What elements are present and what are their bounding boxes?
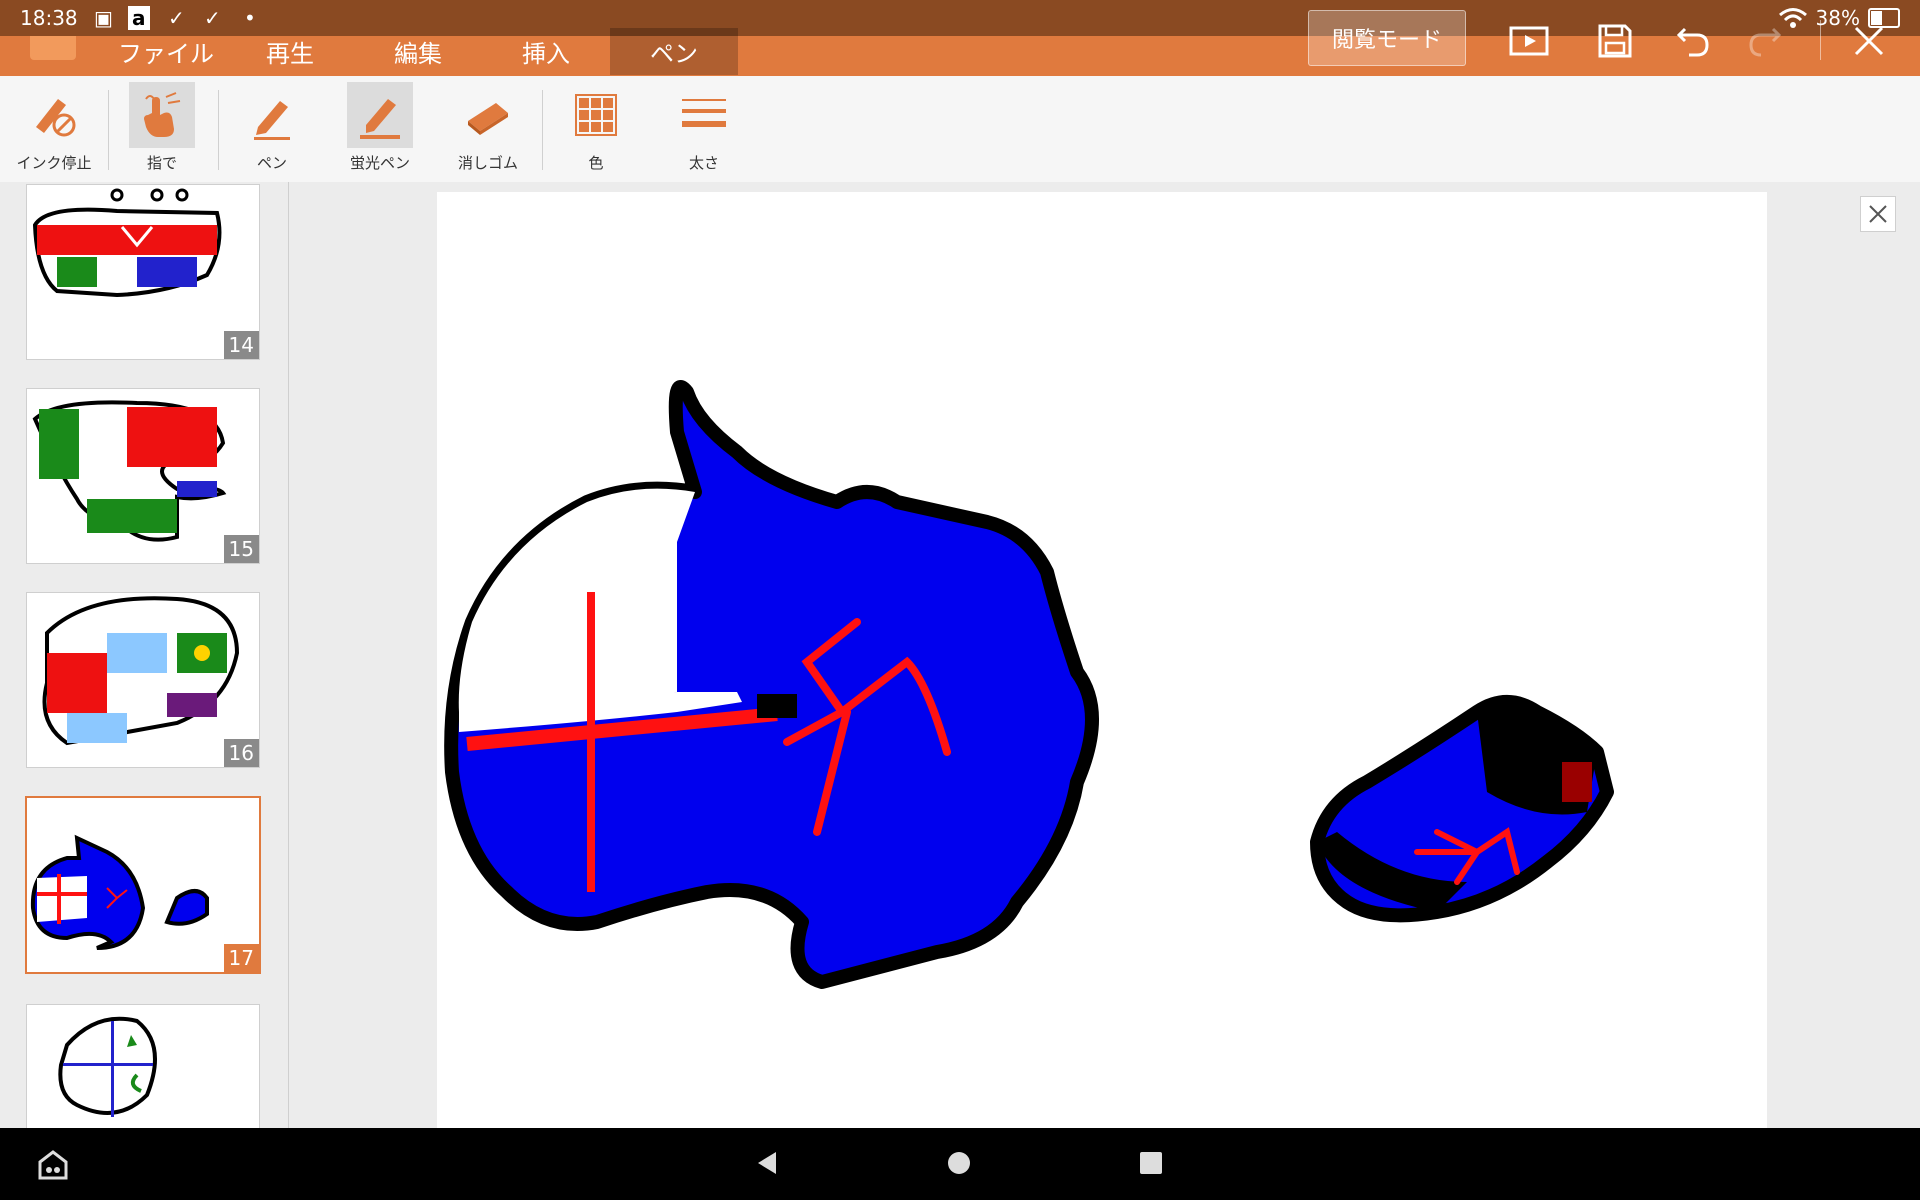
- amazon-icon: a: [128, 6, 150, 30]
- dot-icon: •: [244, 6, 256, 30]
- play-icon[interactable]: [1506, 18, 1552, 64]
- title-bar: ファイル 再生 編集 挿入 ペン 閲覧モード: [0, 10, 1920, 76]
- slide-number: 17: [223, 944, 259, 972]
- menu-pen[interactable]: ペン: [610, 28, 738, 75]
- recents-icon[interactable]: [1136, 1148, 1166, 1182]
- slide-thumbnail-panel[interactable]: 14 15 16 17: [0, 182, 289, 1128]
- eraser-icon: [455, 82, 521, 148]
- close-icon[interactable]: [1846, 18, 1892, 64]
- toolbar-divider: [108, 90, 109, 170]
- eraser-tool[interactable]: 消しゴム: [438, 82, 538, 173]
- slide-thumbnail-17[interactable]: 17: [25, 796, 261, 974]
- menu-insert[interactable]: 挿入: [500, 28, 592, 75]
- menu-play[interactable]: 再生: [244, 28, 336, 75]
- close-panel-button[interactable]: [1860, 196, 1896, 232]
- check-icon: ✓: [168, 6, 185, 30]
- save-icon[interactable]: [1592, 18, 1638, 64]
- slide-thumbnail-15[interactable]: 15: [26, 388, 260, 564]
- highlighter-label: 蛍光ペン: [349, 154, 410, 172]
- redo-icon[interactable]: [1742, 18, 1788, 64]
- pen-label: ペン: [256, 154, 287, 172]
- ink-stop-icon: [21, 82, 87, 148]
- highlighter-icon: [347, 82, 413, 148]
- slide-preview: [58, 1016, 157, 1117]
- color-grid-icon: [563, 82, 629, 148]
- slide-number: 14: [223, 331, 259, 359]
- read-mode-button[interactable]: 閲覧モード: [1308, 10, 1466, 66]
- app-logo[interactable]: [30, 36, 76, 60]
- highlighter-tool[interactable]: 蛍光ペン: [330, 82, 430, 173]
- pen-tool[interactable]: ペン: [222, 82, 322, 173]
- ink-drawing: [444, 380, 1614, 989]
- divider: [1820, 20, 1821, 60]
- home-icon[interactable]: [944, 1148, 974, 1182]
- shortcut-icon[interactable]: [36, 1148, 70, 1186]
- slide-thumbnail-14[interactable]: 14: [26, 184, 260, 360]
- thickness-label: 太さ: [688, 154, 719, 172]
- image-notification-icon: ▣: [94, 6, 113, 30]
- back-icon[interactable]: [752, 1148, 782, 1182]
- slide-canvas-area: [289, 182, 1920, 1128]
- clock: 18:38: [20, 6, 78, 30]
- eraser-label: 消しゴム: [457, 154, 518, 172]
- slide-thumbnail-18[interactable]: [26, 1004, 260, 1128]
- close-icon: [1869, 205, 1887, 223]
- ink-stop-label: インク停止: [16, 154, 92, 172]
- line-thickness-icon: [671, 82, 737, 148]
- ink-stop-tool[interactable]: インク停止: [4, 82, 104, 173]
- color-label: 色: [588, 154, 604, 172]
- menu-edit[interactable]: 編集: [372, 28, 464, 75]
- toolbar-divider: [542, 90, 543, 170]
- pen-toolbar: インク停止 指で ペン 蛍光ペン 消しゴム 色 太さ: [0, 76, 1920, 183]
- thickness-tool[interactable]: 太さ: [654, 82, 754, 173]
- slide-number: 16: [223, 739, 259, 767]
- finger-tool[interactable]: 指で: [112, 82, 212, 173]
- toolbar-divider: [218, 90, 219, 170]
- undo-icon[interactable]: [1670, 18, 1716, 64]
- color-tool[interactable]: 色: [546, 82, 646, 173]
- slide-canvas[interactable]: [437, 192, 1767, 1128]
- slide-thumbnail-16[interactable]: 16: [26, 592, 260, 768]
- pen-icon: [239, 82, 305, 148]
- system-navigation-bar: [0, 1128, 1920, 1200]
- menu-file[interactable]: ファイル: [96, 28, 236, 75]
- finger-touch-icon: [129, 82, 195, 148]
- slide-number: 15: [223, 535, 259, 563]
- finger-label: 指で: [146, 154, 177, 172]
- check-icon: ✓: [204, 6, 221, 30]
